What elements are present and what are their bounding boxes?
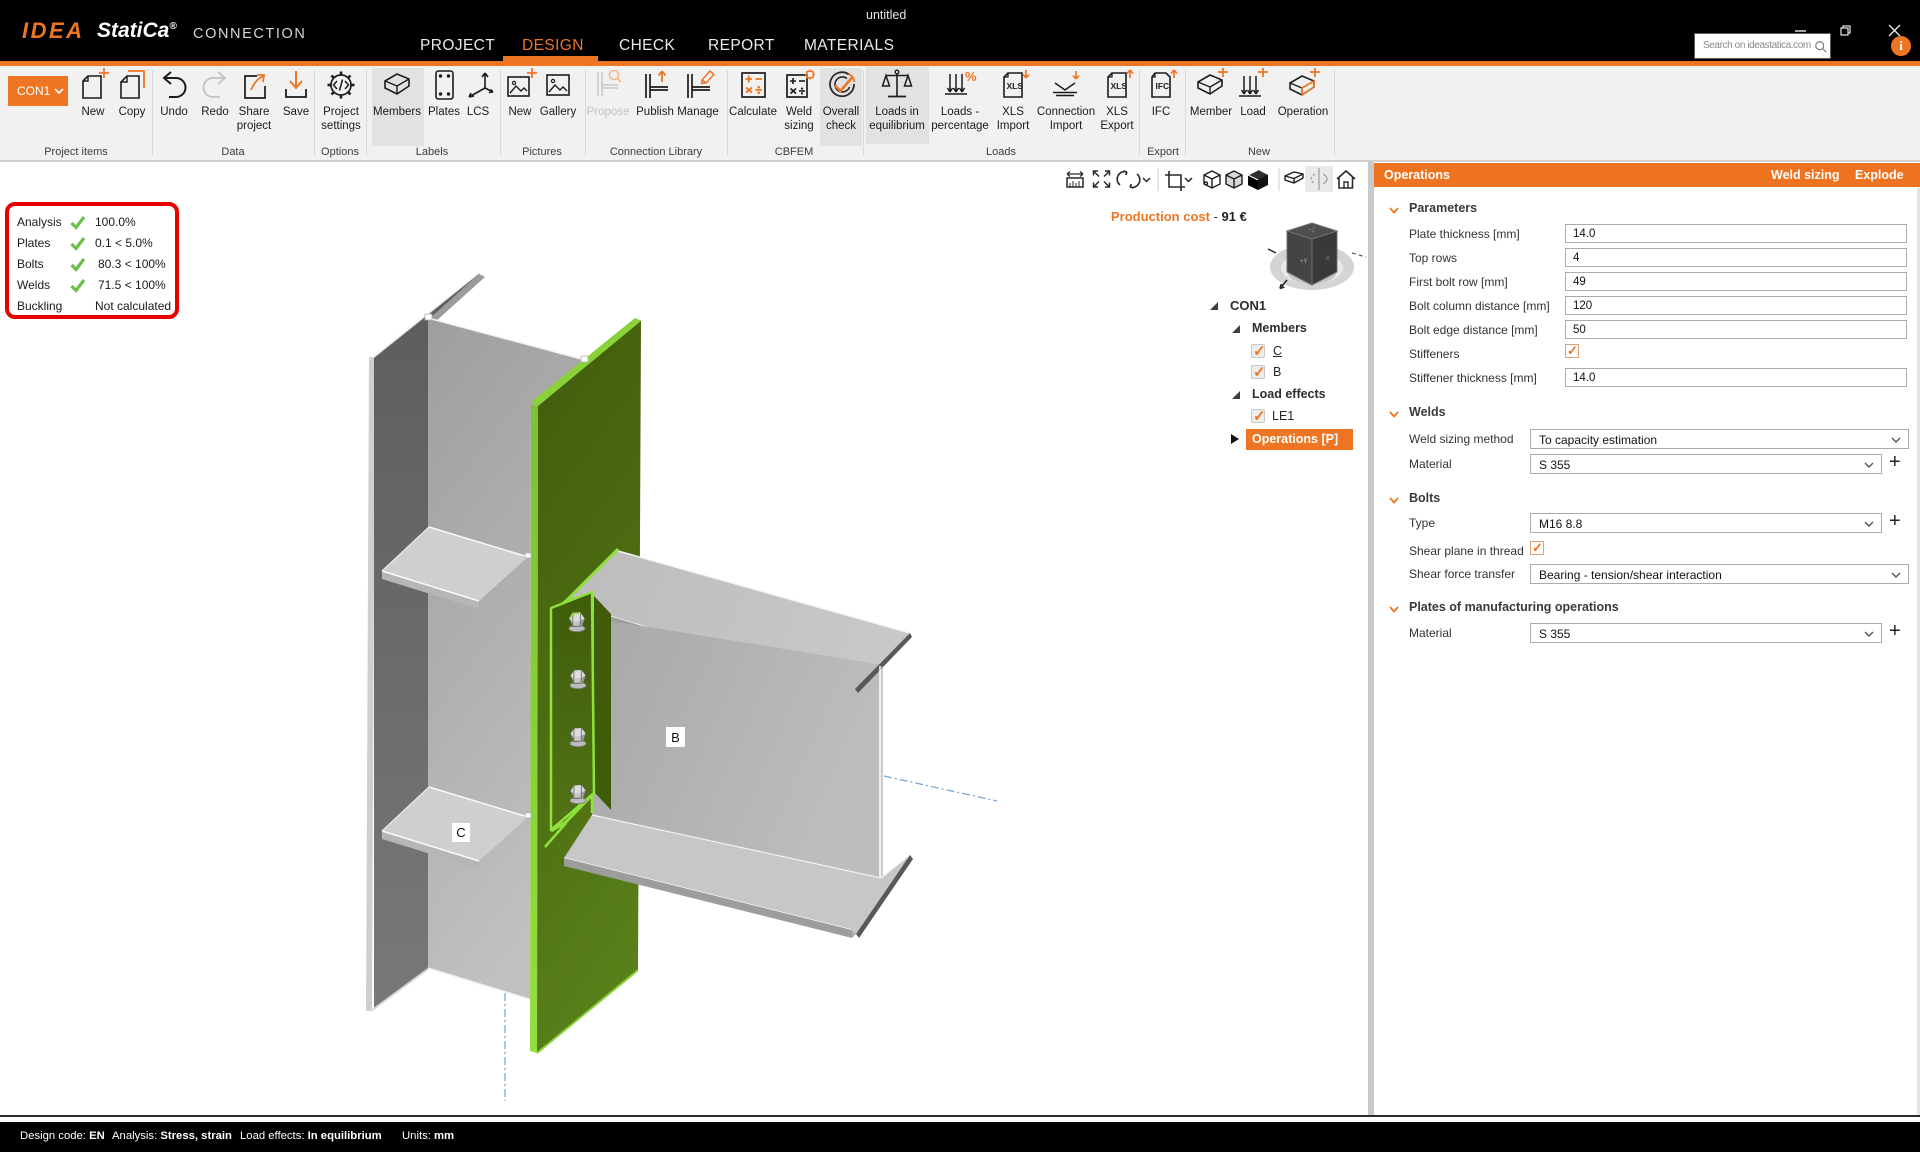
svg-text:XLS: XLS — [1007, 81, 1024, 91]
svg-text:IFC: IFC — [1156, 81, 1170, 91]
svg-text:-X: -X — [1324, 256, 1330, 262]
svg-text:%: % — [965, 69, 977, 84]
svg-text:+Z: +Z — [1308, 228, 1316, 234]
svg-text:XLS: XLS — [1111, 81, 1128, 91]
svg-text:+Y: +Y — [1300, 259, 1308, 265]
